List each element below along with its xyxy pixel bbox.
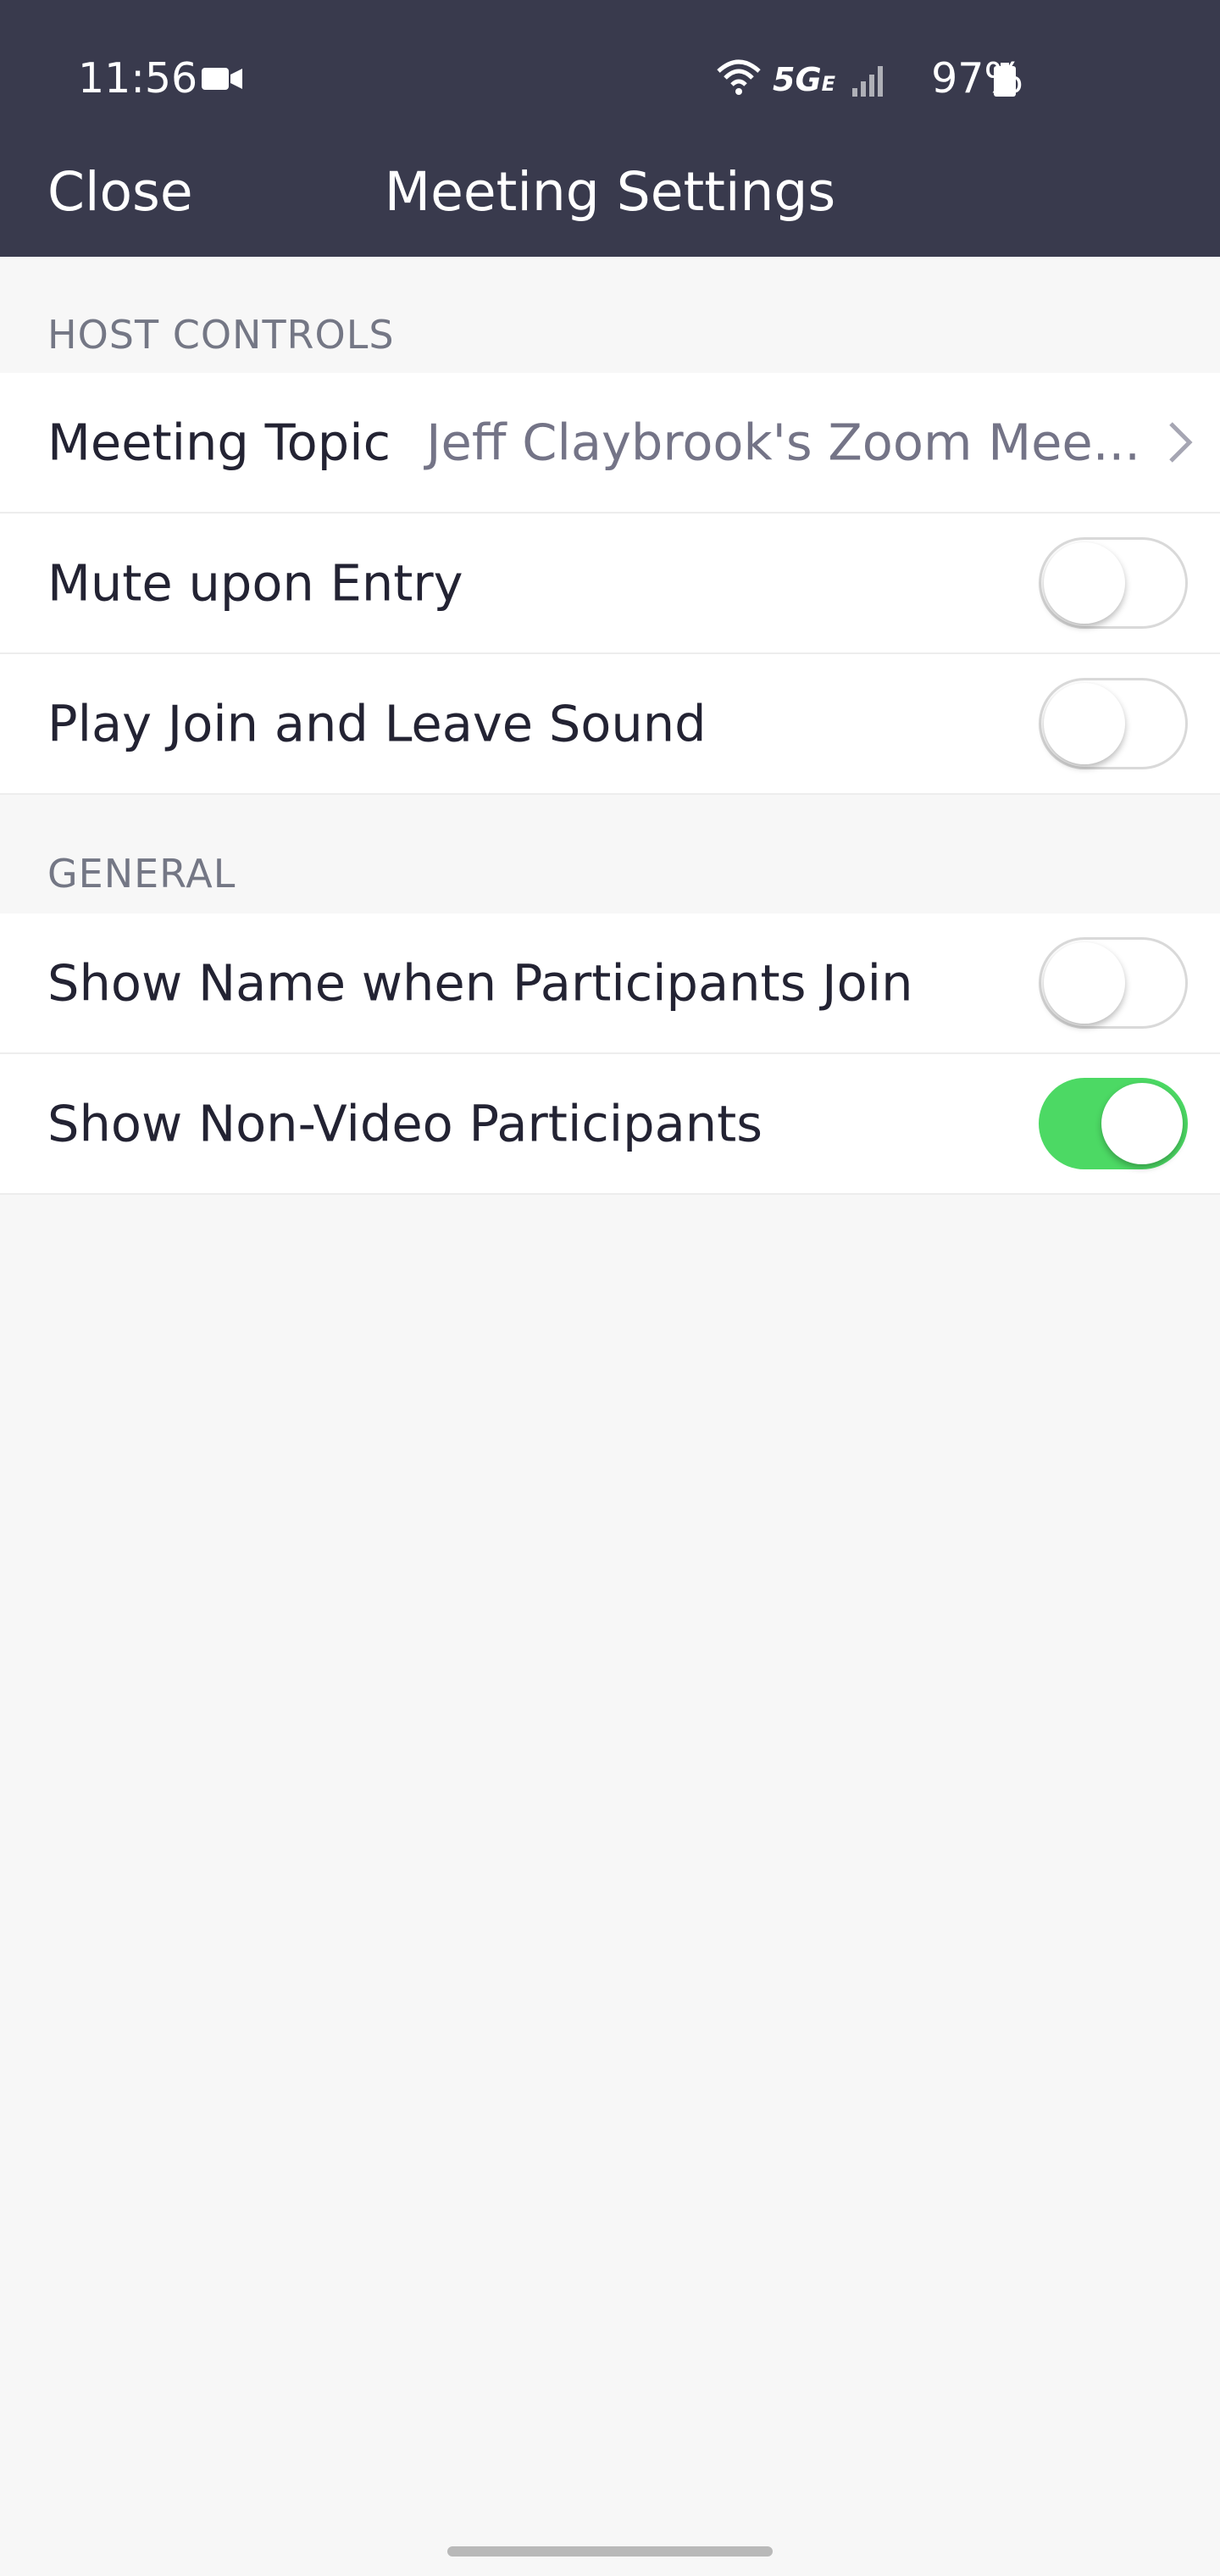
toggle-knob (1044, 542, 1125, 624)
meeting-topic-value: Jeff Claybrook's Zoom Mee... (426, 413, 1140, 472)
show-name-join-toggle[interactable] (1039, 937, 1188, 1029)
status-time: 11:56 (78, 54, 198, 103)
section-header-host-controls: HOST CONTROLS (47, 312, 395, 358)
show-name-join-row: Show Name when Participants Join (0, 913, 1220, 1054)
meeting-topic-label: Meeting Topic (47, 413, 391, 472)
toggle-knob (1044, 942, 1125, 1024)
meeting-topic-row[interactable]: Meeting Topic Jeff Claybrook's Zoom Mee.… (0, 373, 1220, 514)
toggle-knob (1101, 1083, 1183, 1164)
join-leave-sound-row: Play Join and Leave Sound (0, 654, 1220, 795)
show-non-video-label: Show Non-Video Participants (47, 1094, 763, 1153)
mute-upon-entry-row: Mute upon Entry (0, 514, 1220, 654)
page-title: Meeting Settings (384, 161, 836, 223)
section-header-general: GENERAL (47, 851, 236, 897)
join-leave-sound-toggle[interactable] (1039, 678, 1188, 769)
video-camera-icon (202, 68, 242, 90)
show-non-video-row: Show Non-Video Participants (0, 1054, 1220, 1195)
join-leave-sound-label: Play Join and Leave Sound (47, 694, 707, 753)
wifi-icon (717, 59, 761, 95)
home-indicator[interactable] (447, 2546, 773, 2557)
signal-icon (852, 66, 883, 97)
mute-upon-entry-toggle[interactable] (1039, 537, 1188, 629)
network-type: 5GE (773, 61, 836, 98)
show-non-video-toggle[interactable] (1039, 1078, 1188, 1169)
chevron-right-icon (1169, 422, 1193, 463)
battery-icon (994, 63, 1016, 97)
toggle-knob (1044, 683, 1125, 764)
show-name-join-label: Show Name when Participants Join (47, 953, 913, 1013)
mute-upon-entry-label: Mute upon Entry (47, 553, 463, 613)
top-bar: 11:56 5GE 97% Close Meeting Settings (0, 0, 1220, 257)
